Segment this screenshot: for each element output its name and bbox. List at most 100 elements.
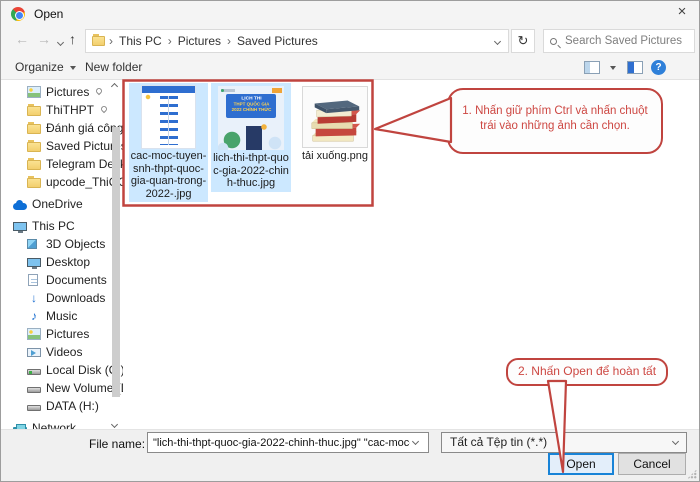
folder-icon <box>27 160 41 170</box>
views-icon[interactable] <box>584 61 600 74</box>
sidebar-item-label: Desktop <box>46 255 90 269</box>
sidebar-item-saved-pictures[interactable]: Saved Pictures <box>1 137 123 155</box>
address-bar[interactable]: › This PC › Pictures › Saved Pictures <box>85 29 509 53</box>
sidebar-item-danh-gia[interactable]: Đánh giá công c <box>1 119 123 137</box>
poster-badge <box>272 88 282 93</box>
sidebar-scrollbar[interactable] <box>112 127 120 397</box>
file-type-select[interactable]: Tất cả Tệp tin (*.*) <box>441 432 687 453</box>
pin-icon <box>98 105 108 115</box>
sidebar-item-new-volume-d[interactable]: New Volume (D: <box>1 379 123 397</box>
sidebar-item-onedrive[interactable]: OneDrive <box>1 195 123 213</box>
sidebar-item-label: ThiTHPT <box>46 103 94 117</box>
resize-grip[interactable] <box>687 469 697 479</box>
sidebar-item-3d-objects[interactable]: 3D Objects <box>1 235 123 253</box>
3d-objects-icon <box>27 239 37 249</box>
documents-icon <box>28 274 38 286</box>
poster-thumbnail: LỊCH THI THPT QUỐC GIA 2022 CHÍNH THỨC <box>218 86 284 150</box>
history-chevron-icon[interactable] <box>57 39 64 46</box>
organize-button[interactable]: Organize <box>11 58 80 76</box>
poster-line3: 2022 CHÍNH THỨC <box>226 107 276 112</box>
title-bar: Open × <box>1 1 699 27</box>
address-dropdown-icon[interactable] <box>494 38 501 45</box>
window-title: Open <box>34 7 63 21</box>
open-button[interactable]: Open <box>548 453 614 475</box>
infographic-thumbnail <box>142 86 195 148</box>
file-name-label: File name: <box>89 437 145 451</box>
refresh-button[interactable]: ↻ <box>511 29 535 53</box>
sidebar-item-local-disk-c[interactable]: Local Disk (C:) <box>1 361 123 379</box>
back-icon[interactable]: ← <box>15 31 29 47</box>
organize-label: Organize <box>15 60 64 74</box>
sidebar-item-label: Downloads <box>46 291 105 305</box>
navigation-bar: ← → ↑ › This PC › Pictures › Saved Pictu… <box>1 27 699 55</box>
file-item-lich-thi[interactable]: LỊCH THI THPT QUỐC GIA 2022 CHÍNH THỨC l… <box>211 83 291 192</box>
sidebar-item-thithpt[interactable]: ThiTHPT <box>1 101 123 119</box>
forward-icon[interactable]: → <box>37 31 51 47</box>
file-label: tải xuống.png <box>297 148 373 165</box>
file-type-value: Tất cả Tệp tin (*.*) <box>450 435 547 449</box>
poster-title-box: LỊCH THI THPT QUỐC GIA 2022 CHÍNH THỨC <box>226 94 276 118</box>
folder-icon <box>27 178 41 188</box>
pictures-icon <box>27 86 41 98</box>
onedrive-icon <box>13 203 27 210</box>
sidebar-item-upcode[interactable]: upcode_ThiQG_ <box>1 173 123 191</box>
pictures-icon <box>27 328 41 340</box>
sidebar-item-label: Pictures <box>46 85 89 99</box>
search-box <box>543 29 695 53</box>
videos-icon <box>27 348 41 357</box>
help-icon[interactable]: ? <box>651 60 666 75</box>
folder-icon <box>27 106 41 116</box>
file-label: cac-moc-tuyen-snh-thpt-quoc-gia-quan-tro… <box>129 148 208 202</box>
sidebar-item-videos[interactable]: Videos <box>1 343 123 361</box>
organize-caret-icon <box>70 66 76 70</box>
computer-icon <box>13 222 27 231</box>
sidebar-item-data-h[interactable]: DATA (H:) <box>1 397 123 415</box>
preview-pane-icon[interactable] <box>627 61 643 74</box>
search-input[interactable] <box>563 34 688 48</box>
sidebar-item-label: DATA (H:) <box>46 399 99 413</box>
breadcrumb-saved-pictures[interactable]: Saved Pictures <box>231 34 324 48</box>
sidebar-item-label: OneDrive <box>32 197 83 211</box>
file-type-dropdown-icon <box>672 438 679 445</box>
sidebar: Pictures ThiTHPT Đánh giá công c Saved P… <box>1 80 123 431</box>
poster-illustration <box>218 121 284 150</box>
annotation-step1: 1. Nhấn giữ phím Ctrl và nhấn chuột trái… <box>447 88 663 154</box>
sidebar-item-label: 3D Objects <box>46 237 105 251</box>
desktop-icon <box>27 258 41 267</box>
folder-icon <box>27 142 41 152</box>
sidebar-item-downloads[interactable]: ↓ Downloads <box>1 289 123 307</box>
chrome-icon <box>11 7 25 21</box>
sidebar-item-label: This PC <box>32 219 75 233</box>
pin-icon <box>93 87 103 97</box>
sidebar-item-telegram-desktop[interactable]: Telegram Deskto <box>1 155 123 173</box>
sidebar-item-this-pc[interactable]: This PC <box>1 217 123 235</box>
annotation-step2: 2. Nhấn Open để hoàn tất <box>506 358 668 386</box>
file-item-cac-moc[interactable]: cac-moc-tuyen-snh-thpt-quoc-gia-quan-tro… <box>129 83 208 202</box>
sidebar-item-desktop[interactable]: Desktop <box>1 253 123 271</box>
poster-logo <box>221 89 235 92</box>
downloads-icon: ↓ <box>27 292 41 304</box>
breadcrumb-this-pc[interactable]: This PC <box>113 34 168 48</box>
cancel-button[interactable]: Cancel <box>618 453 686 475</box>
sidebar-item-music[interactable]: ♪ Music <box>1 307 123 325</box>
close-button[interactable]: × <box>665 1 699 25</box>
drive-icon <box>27 387 41 393</box>
up-icon[interactable]: ↑ <box>69 31 76 47</box>
file-name-input[interactable] <box>147 432 429 453</box>
books-thumbnail <box>302 86 368 148</box>
command-toolbar: Organize New folder ? <box>1 55 699 79</box>
breadcrumb-pictures[interactable]: Pictures <box>172 34 227 48</box>
sidebar-item-label: Music <box>46 309 77 323</box>
views-caret-icon[interactable] <box>610 66 616 70</box>
music-icon: ♪ <box>27 310 41 322</box>
folder-icon <box>27 124 41 134</box>
sidebar-item-documents[interactable]: Documents <box>1 271 123 289</box>
sidebar-item-pictures-pinned[interactable]: Pictures <box>1 83 123 101</box>
sidebar-item-label: Pictures <box>46 327 89 341</box>
books-image <box>303 87 367 147</box>
new-folder-button[interactable]: New folder <box>81 58 146 76</box>
sidebar-item-label: Documents <box>46 273 107 287</box>
sidebar-item-pictures[interactable]: Pictures <box>1 325 123 343</box>
file-item-tai-xuong[interactable]: tải xuống.png <box>297 83 373 165</box>
file-label: lich-thi-thpt-quoc-gia-2022-chinh-thuc.j… <box>211 150 291 192</box>
